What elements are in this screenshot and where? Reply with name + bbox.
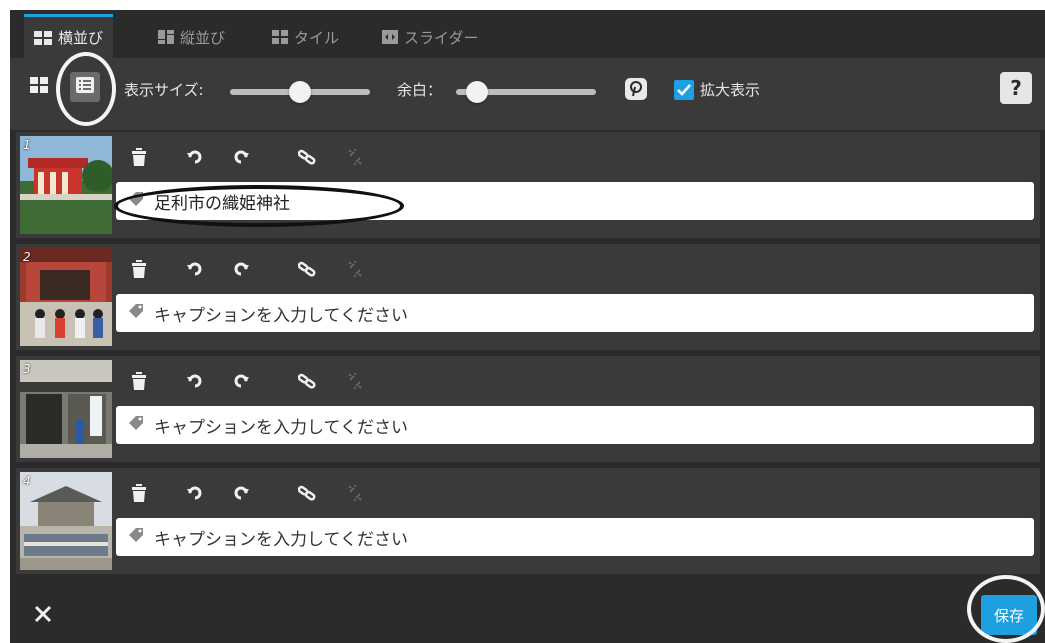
photo-thumbnail[interactable]: 3 xyxy=(20,360,112,458)
rotate-left-icon[interactable] xyxy=(182,480,208,506)
grid-view-icon xyxy=(30,77,48,97)
link-icon[interactable] xyxy=(294,480,320,506)
list-view-icon xyxy=(76,77,94,97)
grid-view-button[interactable] xyxy=(24,72,54,102)
rotate-left-icon[interactable] xyxy=(182,144,208,170)
photo-editor-dialog: 横並び 縦並び タイル スライダー 表示サイズ: 余白： 拡大表示 ? 1 足利… xyxy=(10,10,1045,643)
caption-input[interactable]: 足利市の織姫神社 xyxy=(116,182,1034,220)
caption-input[interactable]: キャプションを入力してください xyxy=(116,294,1034,332)
tab-horizontal[interactable]: 横並び xyxy=(24,14,114,58)
checkmark-icon xyxy=(677,81,691,100)
photo-number: 3 xyxy=(23,362,31,376)
save-button[interactable]: 保存 xyxy=(981,595,1037,635)
rotate-right-icon[interactable] xyxy=(228,480,254,506)
tag-icon xyxy=(128,527,144,547)
margin-label: 余白： xyxy=(397,81,443,99)
display-toolbar: 表示サイズ: 余白： 拡大表示 ? xyxy=(10,58,1045,130)
rotate-right-icon[interactable] xyxy=(228,368,254,394)
zoom-label: 拡大表示 xyxy=(700,81,761,99)
photo-row: 1 足利市の織姫神社 xyxy=(16,132,1040,238)
tab-tile-label: タイル xyxy=(294,28,340,47)
list-view-button[interactable] xyxy=(70,72,100,102)
help-button[interactable]: ? xyxy=(1000,72,1032,104)
trash-icon[interactable] xyxy=(126,368,152,394)
vertical-layout-icon xyxy=(158,30,174,44)
caption-placeholder: キャプションを入力してください xyxy=(154,417,408,438)
caption-input[interactable]: キャプションを入力してください xyxy=(116,518,1034,556)
tag-icon xyxy=(128,303,144,323)
link-icon[interactable] xyxy=(294,368,320,394)
link-icon[interactable] xyxy=(294,256,320,282)
layout-tab-bar: 横並び 縦並び タイル スライダー xyxy=(10,10,1045,58)
caption-placeholder: キャプションを入力してください xyxy=(154,529,408,550)
close-icon[interactable] xyxy=(30,601,56,627)
caption-placeholder: キャプションを入力してください xyxy=(154,305,408,326)
trash-icon[interactable] xyxy=(126,480,152,506)
trash-icon[interactable] xyxy=(126,144,152,170)
zoom-checkbox[interactable] xyxy=(674,80,694,100)
display-size-slider[interactable] xyxy=(230,81,370,103)
photo-number: 1 xyxy=(23,138,31,152)
unlink-icon[interactable] xyxy=(342,368,368,394)
tab-tile[interactable]: タイル xyxy=(262,16,349,58)
link-icon[interactable] xyxy=(294,144,320,170)
tab-slider-label: スライダー xyxy=(404,28,479,47)
photo-row: 2 キャプションを入力してください xyxy=(16,244,1040,350)
display-size-slider-knob[interactable] xyxy=(289,81,311,103)
rotate-left-icon[interactable] xyxy=(182,256,208,282)
rotate-left-icon[interactable] xyxy=(182,368,208,394)
photo-thumbnail[interactable]: 2 xyxy=(20,248,112,346)
tag-icon xyxy=(128,191,144,211)
margin-slider-knob[interactable] xyxy=(466,81,488,103)
unlink-icon[interactable] xyxy=(342,256,368,282)
tag-icon xyxy=(128,415,144,435)
margin-slider[interactable] xyxy=(456,81,596,103)
rotate-right-icon[interactable] xyxy=(228,144,254,170)
tile-layout-icon xyxy=(272,30,288,44)
caption-text: 足利市の織姫神社 xyxy=(154,193,290,214)
slider-layout-icon xyxy=(382,30,398,44)
unlink-icon[interactable] xyxy=(342,480,368,506)
photo-row: 4 キャプションを入力してください xyxy=(16,468,1040,574)
rotate-right-icon[interactable] xyxy=(228,256,254,282)
photo-number: 2 xyxy=(23,250,31,264)
trash-icon[interactable] xyxy=(126,256,152,282)
tab-vertical[interactable]: 縦並び xyxy=(148,16,235,58)
photo-row: 3 キャプションを入力してください xyxy=(16,356,1040,462)
tab-horizontal-label: 横並び xyxy=(58,29,104,47)
caption-input[interactable]: キャプションを入力してください xyxy=(116,406,1034,444)
tab-slider[interactable]: スライダー xyxy=(372,16,488,58)
display-size-label: 表示サイズ: xyxy=(124,81,204,99)
photo-thumbnail[interactable]: 4 xyxy=(20,472,112,570)
horizontal-layout-icon xyxy=(34,30,52,45)
photo-thumbnail[interactable]: 1 xyxy=(20,136,112,234)
unlink-icon[interactable] xyxy=(342,144,368,170)
dialog-footer: 保存 xyxy=(10,583,1045,643)
pinterest-icon[interactable] xyxy=(625,78,647,100)
tab-vertical-label: 縦並び xyxy=(180,28,226,47)
photo-number: 4 xyxy=(23,474,31,488)
